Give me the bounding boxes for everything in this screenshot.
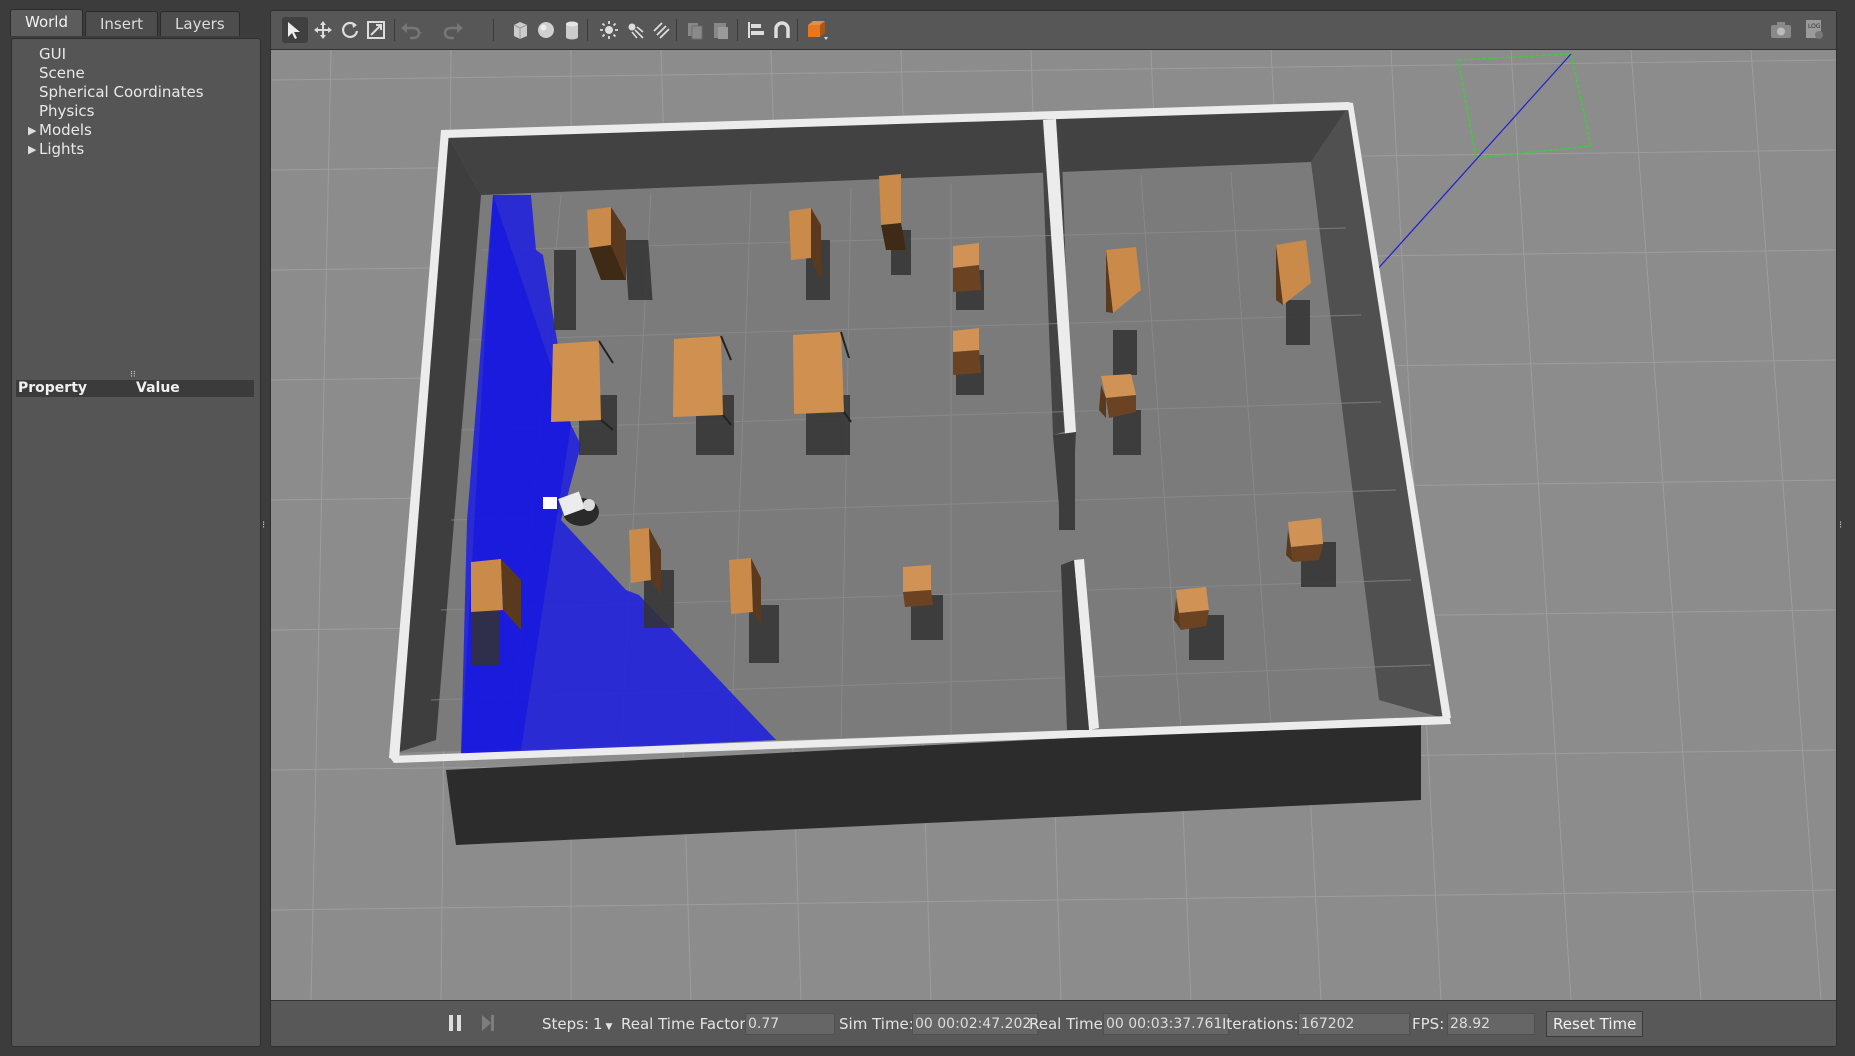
real-time-factor-field: 0.77 <box>745 1013 835 1035</box>
sim-time-field: 00 00:02:47.202 <box>912 1013 1038 1035</box>
pause-icon[interactable] <box>442 1010 468 1036</box>
log-icon[interactable]: LOG <box>1801 17 1827 43</box>
select-arrow-icon[interactable] <box>282 17 308 43</box>
tree-item-label: Models <box>39 121 92 139</box>
point-light-icon[interactable] <box>596 17 622 43</box>
spot-light-icon[interactable] <box>622 17 648 43</box>
panel-splitter-handle[interactable]: ⁝⁝ <box>130 371 140 380</box>
real-time-label: Real Time: <box>1029 1015 1108 1033</box>
world-panel: GUI Scene Spherical Coordinates Physics … <box>11 38 261 1047</box>
tree-item-models[interactable]: ▶ Models <box>12 121 260 140</box>
copy-icon[interactable] <box>682 17 708 43</box>
tree-item-label: Scene <box>39 64 85 82</box>
tree-item-label: Spherical Coordinates <box>39 83 204 101</box>
translate-icon[interactable] <box>310 17 336 43</box>
box-model <box>953 328 981 375</box>
box-model <box>903 565 933 607</box>
paste-icon[interactable] <box>708 17 734 43</box>
right-panel-collapse-handle[interactable]: ⁝ <box>1839 520 1843 534</box>
chevron-down-icon[interactable]: ▼ <box>606 1022 613 1032</box>
steps-spinbox[interactable]: 1 ▼ <box>593 1015 612 1033</box>
box-model <box>1099 374 1136 418</box>
property-column-header: Property <box>18 380 88 396</box>
tree-item-spherical-coordinates[interactable]: Spherical Coordinates <box>12 83 260 102</box>
scene-viewport-frame: LOG Steps: 1 ▼ Real Time Factor: 0.77 Si… <box>270 10 1837 1047</box>
toolbar: LOG <box>271 11 1836 50</box>
tree-item-label: Lights <box>39 140 85 158</box>
view-angle-icon[interactable] <box>805 17 831 43</box>
steps-value: 1 <box>593 1015 603 1033</box>
fps-field: 28.92 <box>1447 1013 1535 1035</box>
tree-item-gui[interactable]: GUI <box>12 45 260 64</box>
tree-item-label: Physics <box>39 102 95 120</box>
scene-3d-view[interactable] <box>271 50 1836 1000</box>
cylinder-shape-icon[interactable] <box>559 17 585 43</box>
simulation-status-bar: Steps: 1 ▼ Real Time Factor: 0.77 Sim Tim… <box>271 1000 1836 1046</box>
value-column-header: Value <box>136 380 180 396</box>
iterations-label: Iterations: <box>1222 1015 1299 1033</box>
tree-item-label: GUI <box>39 45 67 63</box>
box-model <box>1286 518 1323 562</box>
left-panel-collapse-handle[interactable]: ⁝ <box>262 520 266 534</box>
iterations-field: 167202 <box>1298 1013 1410 1035</box>
tree-item-lights[interactable]: ▶ Lights <box>12 140 260 159</box>
scale-icon[interactable] <box>363 17 389 43</box>
tree-item-scene[interactable]: Scene <box>12 64 260 83</box>
rotate-icon[interactable] <box>337 17 363 43</box>
property-table-header: Property Value <box>16 380 254 397</box>
directional-light-icon[interactable] <box>648 17 674 43</box>
screenshot-camera-icon[interactable] <box>1768 17 1794 43</box>
box-model <box>953 243 981 292</box>
tab-world[interactable]: World <box>10 9 83 36</box>
svg-text:LOG: LOG <box>1808 23 1821 30</box>
real-time-field: 00 00:03:37.761 <box>1103 1013 1229 1035</box>
box-model <box>1174 587 1209 630</box>
undo-icon[interactable] <box>399 17 425 43</box>
reset-time-button[interactable]: Reset Time <box>1546 1011 1644 1037</box>
redo-icon[interactable] <box>439 17 465 43</box>
sphere-shape-icon[interactable] <box>533 17 559 43</box>
fps-label: FPS: <box>1412 1015 1445 1033</box>
sim-time-label: Sim Time: <box>839 1015 914 1033</box>
snap-magnet-icon[interactable] <box>769 17 795 43</box>
tab-insert[interactable]: Insert <box>85 11 159 36</box>
world-tree: GUI Scene Spherical Coordinates Physics … <box>12 45 260 159</box>
tree-item-physics[interactable]: Physics <box>12 102 260 121</box>
tab-layers[interactable]: Layers <box>160 11 240 36</box>
align-icon[interactable] <box>743 17 769 43</box>
steps-label: Steps: <box>542 1015 590 1033</box>
left-panel-tabs: World Insert Layers <box>10 9 242 37</box>
step-forward-icon[interactable] <box>474 1010 500 1036</box>
expand-arrow-icon[interactable]: ▶ <box>28 140 36 159</box>
real-time-factor-label: Real Time Factor: <box>621 1015 751 1033</box>
expand-arrow-icon[interactable]: ▶ <box>28 121 36 140</box>
box-shape-icon[interactable] <box>507 17 533 43</box>
